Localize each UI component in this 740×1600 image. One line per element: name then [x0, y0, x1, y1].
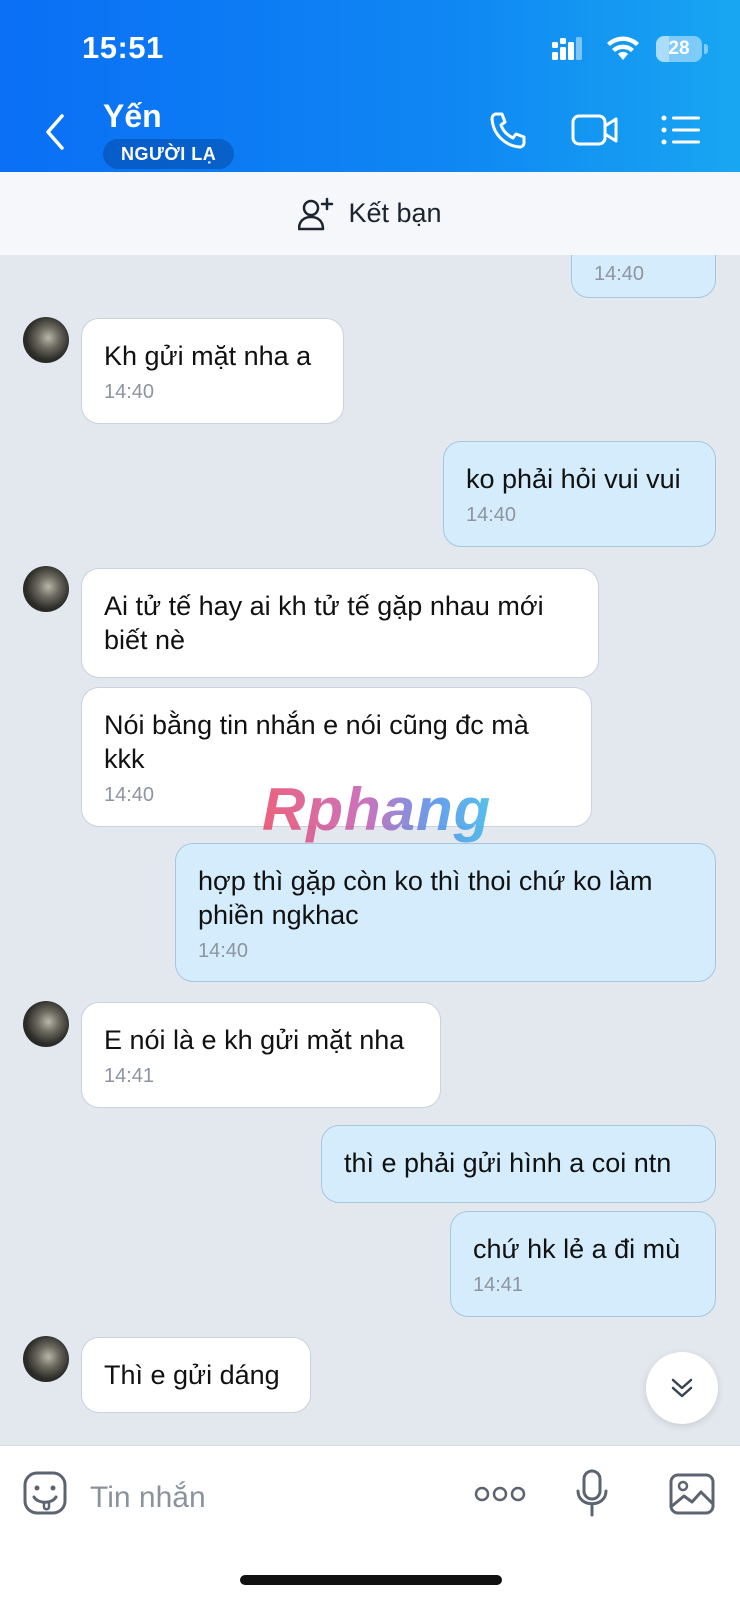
add-friend-label: Kết bạn — [348, 198, 442, 228]
message-text: thì e phải gửi hình a coi ntn — [344, 1148, 672, 1178]
message-bubble-outgoing[interactable]: thì e phải gửi hình a coi ntn — [321, 1125, 716, 1203]
list-menu-icon[interactable] — [660, 110, 702, 150]
message-text: Thì e gửi dáng — [104, 1360, 280, 1390]
chevron-left-icon[interactable] — [40, 112, 70, 152]
battery-level — [656, 36, 669, 62]
home-indicator[interactable] — [240, 1575, 502, 1585]
message-bubble-outgoing[interactable]: ko phải hỏi vui vui 14:40 — [443, 441, 716, 547]
message-text: E nói là e kh gửi mặt nha — [104, 1025, 405, 1055]
message-time: 14:40 — [104, 381, 155, 403]
contact-name[interactable]: Yến — [103, 98, 162, 135]
message-time: 14:41 — [473, 1274, 524, 1296]
message-text: Nói bằng tin nhắn e nói cũng đc mà kkk — [104, 710, 529, 774]
message-text: hợp thì gặp còn ko thì thoi chứ ko làm p… — [198, 866, 653, 930]
wifi-icon — [607, 36, 639, 60]
double-chevron-down-icon — [671, 1378, 693, 1398]
stranger-badge: NGƯỜI LẠ — [103, 139, 235, 169]
add-friend-button[interactable]: Kết bạn — [0, 172, 740, 255]
contact-avatar[interactable] — [23, 1001, 69, 1047]
battery-icon: 28 — [656, 36, 708, 62]
message-bubble-outgoing[interactable]: chứ hk lẻ a đi mù 14:41 — [450, 1211, 716, 1317]
message-list[interactable]: 14:40 Kh gửi mặt nha a 14:40 ko phải hỏi… — [0, 255, 740, 1445]
message-bubble-outgoing[interactable]: hợp thì gặp còn ko thì thoi chứ ko làm p… — [175, 843, 716, 982]
status-time: 15:51 — [82, 30, 164, 65]
message-time: 14:40 — [466, 504, 517, 526]
status-icons: 28 — [552, 32, 708, 66]
message-bubble-incoming[interactable]: Kh gửi mặt nha a 14:40 — [81, 318, 344, 424]
contact-avatar[interactable] — [23, 317, 69, 363]
phone-icon[interactable] — [486, 110, 532, 150]
watermark-logo: Rphang — [262, 776, 492, 843]
scroll-to-bottom-button[interactable] — [646, 1352, 718, 1424]
contact-avatar[interactable] — [23, 566, 69, 612]
add-person-icon — [298, 197, 334, 230]
message-text: Kh gửi mặt nha a — [104, 341, 312, 371]
message-time: 14:41 — [104, 1065, 155, 1087]
message-bubble-outgoing[interactable]: 14:40 — [571, 255, 716, 298]
message-bubble-incoming[interactable]: E nói là e kh gửi mặt nha 14:41 — [81, 1002, 441, 1108]
microphone-icon[interactable] — [574, 1468, 610, 1518]
video-camera-icon[interactable] — [570, 110, 620, 150]
message-text: chứ hk lẻ a đi mù — [473, 1234, 681, 1264]
contact-avatar[interactable] — [23, 1336, 69, 1382]
chat-header: 15:51 28 Yến NGƯỜI LẠ — [0, 0, 740, 172]
battery-percent: 28 — [668, 38, 690, 59]
message-text: Ai tử tế hay ai kh tử tế gặp nhau mới bi… — [104, 591, 544, 655]
message-input[interactable] — [90, 1472, 430, 1524]
emoji-sticker-icon[interactable] — [22, 1470, 68, 1516]
message-bubble-incoming[interactable]: Thì e gửi dáng — [81, 1337, 311, 1413]
message-text: ko phải hỏi vui vui — [466, 464, 681, 494]
message-bubble-incoming[interactable]: Ai tử tế hay ai kh tử tế gặp nhau mới bi… — [81, 568, 599, 678]
cellular-signal-icon — [552, 37, 582, 60]
image-gallery-icon[interactable] — [668, 1472, 716, 1516]
more-options-icon[interactable] — [474, 1484, 526, 1504]
message-composer — [0, 1445, 740, 1600]
message-time: 14:40 — [594, 263, 645, 285]
message-time: 14:40 — [198, 940, 249, 962]
